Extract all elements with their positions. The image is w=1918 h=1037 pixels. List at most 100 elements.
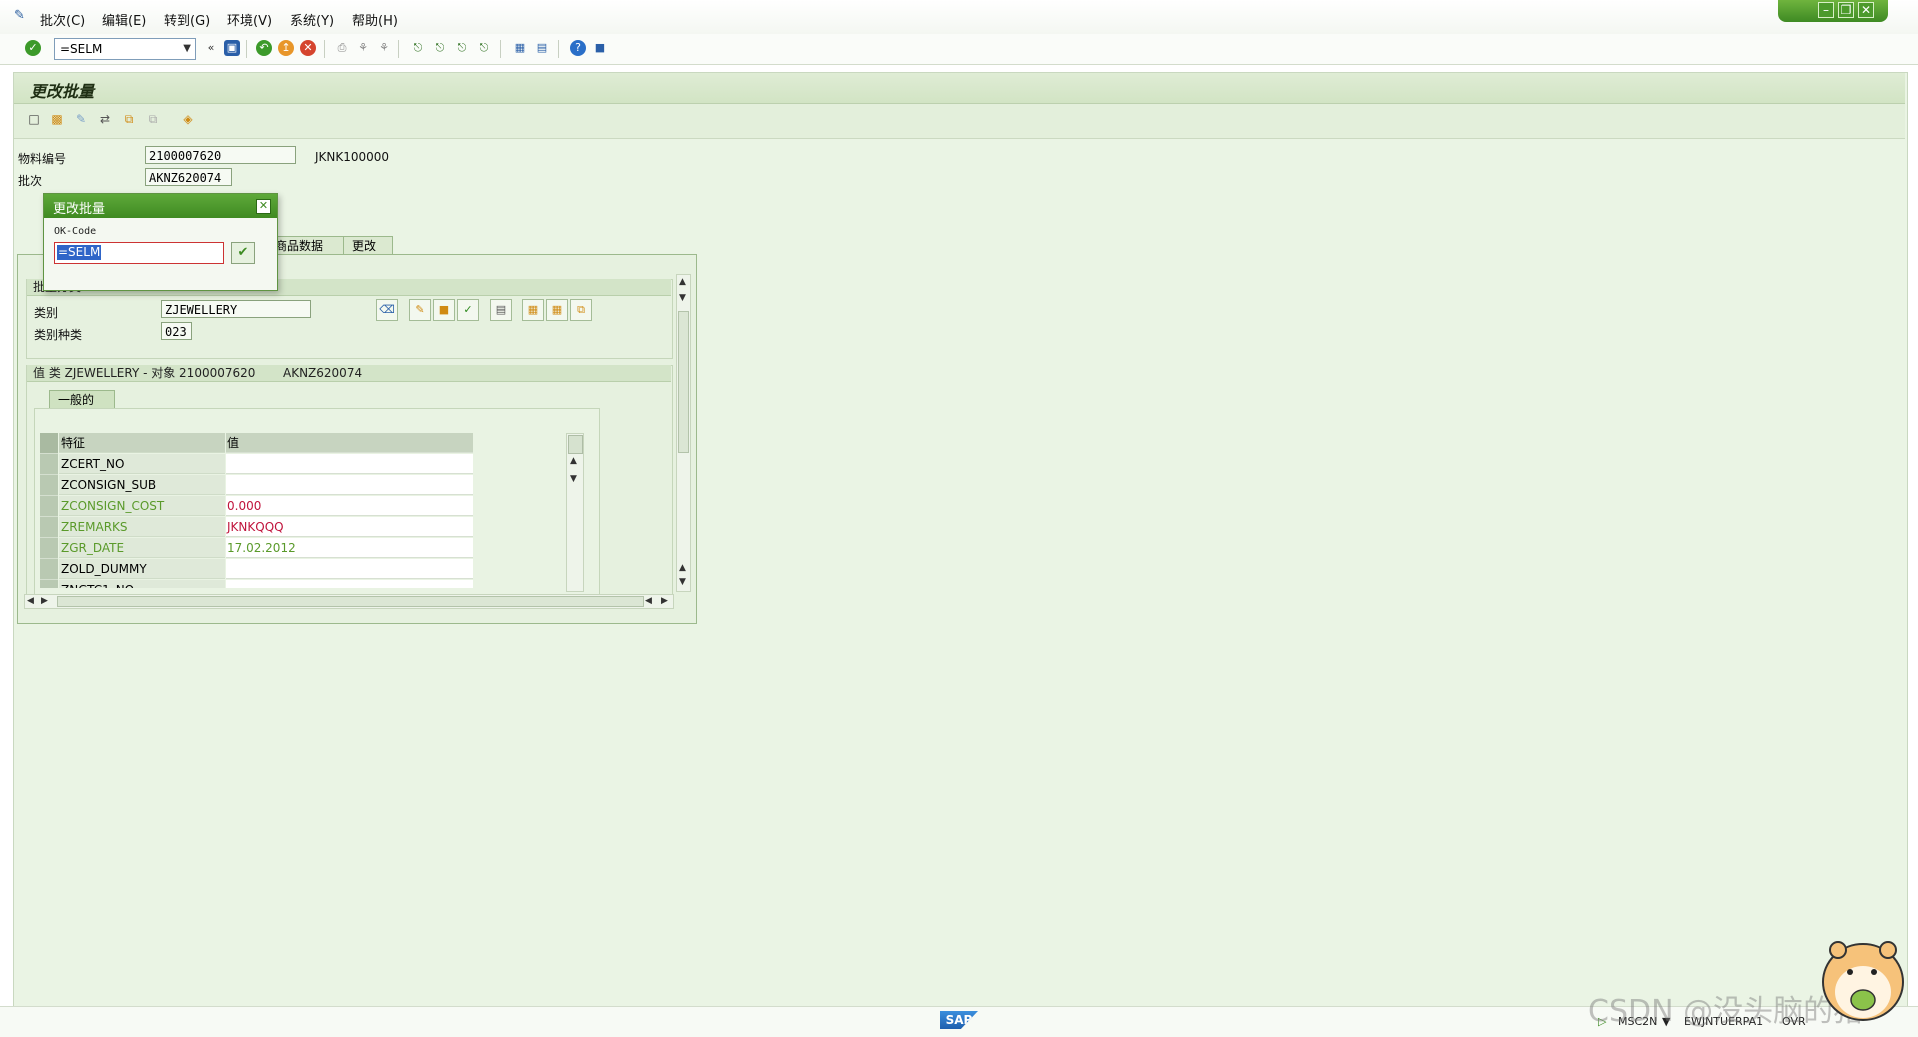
scroll-left-icon[interactable]: ◀	[27, 596, 34, 606]
next-page-icon[interactable]: ⎋	[454, 40, 470, 56]
row-selector[interactable]	[40, 454, 58, 475]
collapse-command-icon[interactable]: «	[203, 40, 219, 56]
value-cell[interactable]	[226, 454, 473, 474]
save-icon[interactable]: ▣	[224, 40, 240, 56]
panel-scroll-down-icon[interactable]: ▼	[679, 577, 686, 587]
column-header-value[interactable]: 值	[226, 433, 473, 453]
command-field[interactable]: =SELM ▼	[54, 38, 196, 60]
class-type-label: 类别种类	[34, 328, 83, 342]
close-window-icon[interactable]: ✕	[1858, 2, 1874, 18]
menu-help[interactable]: 帮助(H)	[352, 10, 398, 29]
scroll-right-icon[interactable]: ▶	[661, 596, 668, 606]
panel-scroll-down-icon[interactable]: ▼	[679, 293, 686, 303]
create-icon[interactable]: □	[26, 111, 42, 127]
characteristic-cell: ZOLD_DUMMY	[59, 559, 225, 579]
edit-class-icon[interactable]: ✎	[409, 299, 431, 321]
panel-scrollbar[interactable]: ▲ ▼ ▲ ▼	[676, 274, 691, 592]
value-cell[interactable]: 0.000	[226, 496, 473, 516]
panel-scroll-thumb[interactable]	[678, 311, 689, 453]
insert-row-icon[interactable]: ▦	[522, 299, 544, 321]
tab-material-data[interactable]: 商品数据	[266, 236, 346, 256]
row-selector[interactable]	[40, 538, 58, 559]
row-selector[interactable]	[40, 517, 58, 538]
menu-batch[interactable]: 批次(C)	[40, 10, 85, 29]
previous-page-icon[interactable]: ⎋	[432, 40, 448, 56]
detail-icon[interactable]: ▤	[490, 299, 512, 321]
value-cell[interactable]	[226, 559, 473, 579]
scroll-down-icon[interactable]: ▼	[570, 474, 577, 484]
menu-system[interactable]: 系统(Y)	[290, 10, 334, 29]
command-field-value: =SELM	[60, 42, 103, 56]
find-icon[interactable]: ⚘	[355, 40, 371, 56]
back-icon[interactable]: ↶	[256, 40, 272, 56]
delete-class-icon[interactable]: ⌫	[376, 299, 398, 321]
restore-icon[interactable]: ❐	[1838, 2, 1854, 18]
class-field[interactable]: ZJEWELLERY	[161, 300, 311, 318]
row-selector[interactable]	[40, 496, 58, 517]
column-header-characteristic[interactable]: 特征	[59, 433, 225, 453]
cancel-icon[interactable]: ✕	[300, 40, 316, 56]
menu-environment[interactable]: 环境(V)	[227, 10, 272, 29]
chevron-down-icon[interactable]: ▼	[183, 43, 191, 54]
find-next-icon[interactable]: ⚘	[376, 40, 392, 56]
dialog-title-bar: 更改批量 ✕	[44, 194, 277, 218]
menu-bar: ✎ 批次(C) 编辑(E) 转到(G) 环境(V) 系统(Y) 帮助(H)	[0, 0, 1918, 34]
scroll-right-icon[interactable]: ▶	[41, 596, 48, 606]
first-page-icon[interactable]: ⎋	[410, 40, 426, 56]
class-type-field[interactable]: 023	[161, 322, 192, 340]
help-icon[interactable]: ?	[570, 40, 586, 56]
table-scrollbar[interactable]: ▲ ▼	[566, 433, 584, 592]
class-label: 类别	[34, 306, 59, 320]
horizontal-scrollbar[interactable]: ◀ ▶ ◀ ▶	[24, 594, 674, 609]
value-cell[interactable]	[226, 580, 473, 588]
change-icon[interactable]: ▩	[49, 111, 65, 127]
horizontal-scroll-thumb[interactable]	[57, 596, 644, 607]
display-change-icon[interactable]: ⇄	[97, 111, 113, 127]
table-scroll-thumb[interactable]	[568, 435, 583, 454]
panel-scroll-up-icon[interactable]: ▲	[679, 277, 686, 287]
value-cell[interactable]: JKNKQQQ	[226, 517, 473, 537]
shortcut-icon[interactable]: ▤	[534, 40, 550, 56]
delete-icon[interactable]: ⧉	[145, 111, 161, 127]
menu-goto[interactable]: 转到(G)	[164, 10, 210, 29]
table-row: ZCONSIGN_SUB	[40, 475, 473, 496]
check-class-icon[interactable]: ✓	[457, 299, 479, 321]
last-page-icon[interactable]: ⎋	[476, 40, 492, 56]
select-all-cell[interactable]	[40, 433, 58, 454]
title-band	[14, 73, 1905, 104]
copy-class-icon[interactable]: ⧉	[570, 299, 592, 321]
row-selector[interactable]	[40, 580, 58, 588]
print-icon[interactable]: ⎙	[334, 40, 350, 56]
ok-code-input[interactable]: =SELM	[54, 242, 224, 264]
pencil-icon[interactable]: ✎	[73, 111, 89, 127]
batch-field[interactable]: AKNZ620074	[145, 168, 232, 186]
tab-changes[interactable]: 更改	[343, 236, 393, 256]
panel-scroll-up-icon[interactable]: ▲	[679, 563, 686, 573]
enter-check-icon[interactable]: ✓	[25, 40, 41, 56]
tab-general[interactable]: 一般的	[49, 390, 115, 410]
document-menu-icon[interactable]: ✎	[14, 8, 28, 23]
menu-edit[interactable]: 编辑(E)	[102, 10, 146, 29]
material-label: 物料编号	[18, 152, 67, 166]
close-icon[interactable]: ✕	[256, 199, 271, 214]
lock-class-icon[interactable]: ■	[433, 299, 455, 321]
row-selector[interactable]	[40, 475, 58, 496]
minimize-icon[interactable]: –	[1818, 2, 1834, 18]
scroll-left-icon[interactable]: ◀	[645, 596, 652, 606]
scroll-up-icon[interactable]: ▲	[570, 456, 577, 466]
material-field[interactable]: 2100007620	[145, 146, 296, 164]
layout-menu-icon[interactable]: ■	[592, 40, 608, 56]
table-view-icon[interactable]: ▦	[546, 299, 568, 321]
application-toolbar	[14, 104, 1905, 139]
dialog-title: 更改批量	[53, 202, 106, 217]
ok-code-label: OK-Code	[54, 226, 97, 237]
confirm-button[interactable]: ✔	[231, 242, 255, 264]
classification-icon[interactable]: ◈	[180, 111, 196, 127]
copy-icon[interactable]: ⧉	[121, 111, 137, 127]
table-row: ZNGTC1_NO	[40, 580, 473, 588]
value-cell[interactable]: 17.02.2012	[226, 538, 473, 558]
exit-icon[interactable]: ↥	[278, 40, 294, 56]
row-selector[interactable]	[40, 559, 58, 580]
value-cell[interactable]	[226, 475, 473, 495]
new-session-icon[interactable]: ▦	[512, 40, 528, 56]
